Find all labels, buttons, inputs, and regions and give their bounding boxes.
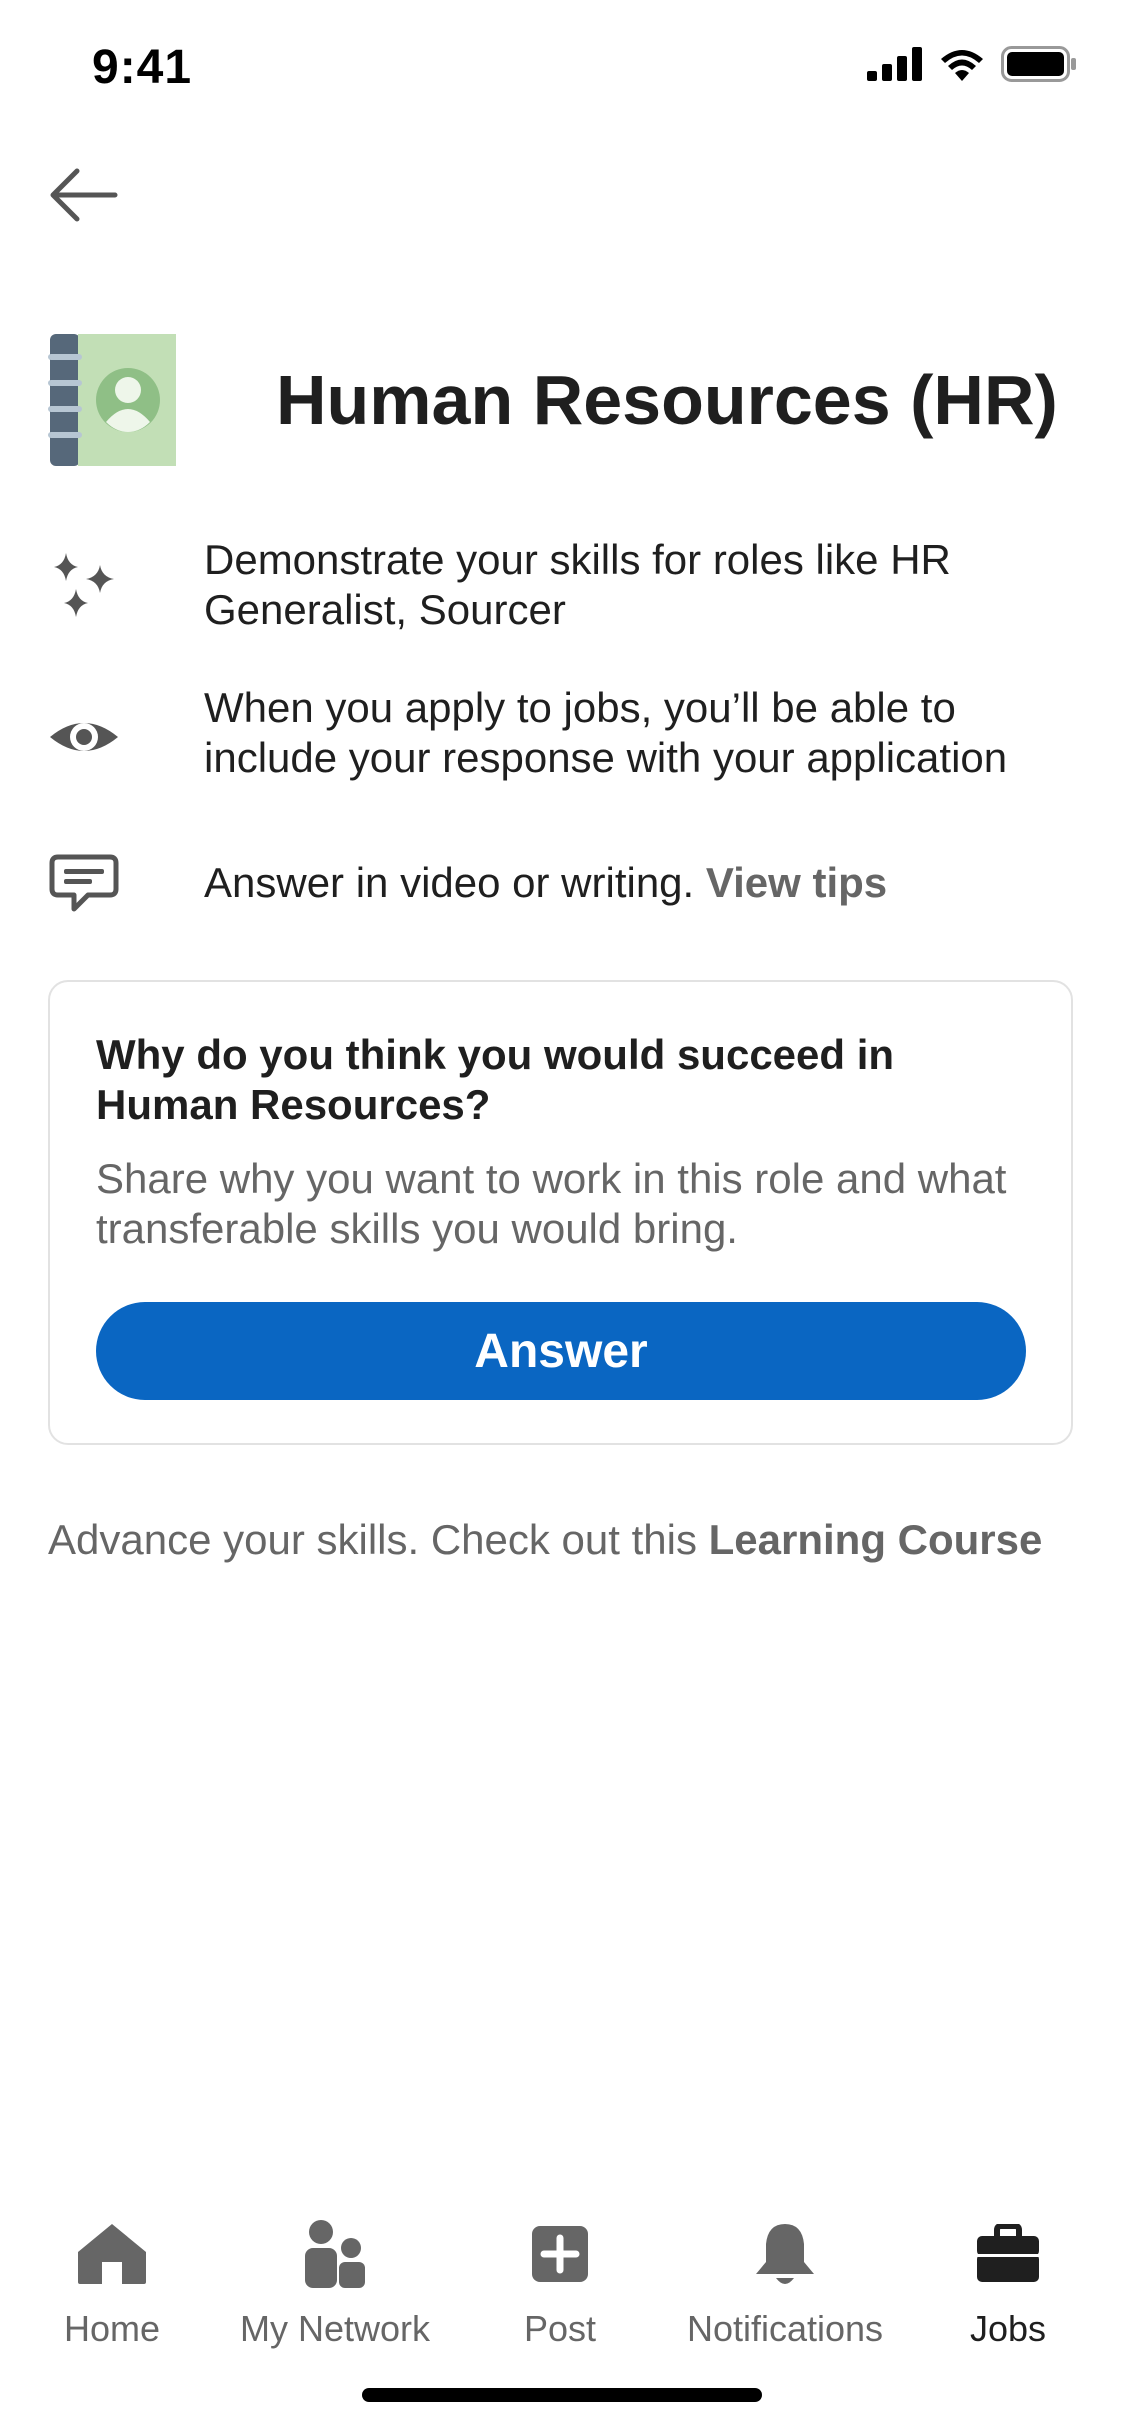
eye-icon — [48, 701, 120, 773]
back-button[interactable] — [44, 160, 124, 230]
bell-icon — [749, 2218, 821, 2290]
learning-course-link[interactable]: Learning Course — [709, 1516, 1043, 1563]
info-text-answer: Answer in video or writing. View tips — [204, 858, 887, 908]
cellular-signal-icon — [867, 47, 922, 81]
wifi-icon — [941, 50, 983, 81]
page-title: Human Resources (HR) — [276, 361, 1058, 439]
briefcase-icon — [972, 2218, 1044, 2290]
view-tips-link[interactable]: View tips — [706, 859, 887, 906]
status-time: 9:41 — [92, 41, 193, 94]
nav-item-jobs[interactable]: Jobs — [960, 2210, 1056, 2360]
plus-square-icon — [524, 2218, 596, 2290]
screen: 9:41 Human Resources (HR) Demonstrate yo… — [0, 0, 1125, 2436]
nav-label-home: Home — [63, 2308, 161, 2349]
status-bar: 9:41 — [0, 0, 1125, 140]
sparkle-icon — [48, 549, 120, 621]
question-card: Why do you think you would succeed in Hu… — [48, 980, 1073, 1445]
nav-label-jobs: Jobs — [969, 2308, 1047, 2349]
page-header: Human Resources (HR) — [48, 330, 1058, 470]
info-row-skills: Demonstrate your skills for roles like H… — [48, 535, 1088, 683]
nav-label-post: Post — [523, 2308, 597, 2349]
question-title: Why do you think you would succeed in Hu… — [96, 1031, 895, 1128]
nav-label-my-network: My Network — [239, 2308, 431, 2349]
address-book-icon — [48, 332, 178, 468]
nav-label-notifications: Notifications — [686, 2308, 884, 2349]
people-icon — [299, 2218, 371, 2290]
arrow-left-icon — [50, 168, 118, 222]
status-icons — [867, 46, 1077, 82]
nav-item-post[interactable]: Post — [510, 2210, 610, 2360]
info-list: Demonstrate your skills for roles like H… — [48, 535, 1088, 923]
nav-item-home[interactable]: Home — [60, 2210, 164, 2360]
info-text-skills: Demonstrate your skills for roles like H… — [204, 536, 951, 633]
nav-item-my-network[interactable]: My Network — [232, 2210, 438, 2360]
home-indicator — [362, 2388, 762, 2402]
info-row-apply: When you apply to jobs, you’ll be able t… — [48, 683, 1088, 843]
question-description: Share why you want to work in this role … — [96, 1155, 1007, 1252]
answer-format-text: Answer in video or writing. — [204, 859, 695, 906]
chat-bubble-icon — [48, 847, 120, 919]
info-row-answer: Answer in video or writing. View tips — [48, 843, 1088, 923]
advance-skills-label: Advance your skills. Check out this — [48, 1516, 697, 1563]
info-text-apply: When you apply to jobs, you’ll be able t… — [204, 684, 1008, 781]
battery-icon — [1001, 46, 1076, 82]
answer-button[interactable]: Answer — [96, 1302, 1026, 1400]
nav-item-notifications[interactable]: Notifications — [678, 2210, 892, 2360]
advance-skills-text: Advance your skills. Check out this Lear… — [48, 1516, 1042, 1564]
home-icon — [76, 2218, 148, 2290]
